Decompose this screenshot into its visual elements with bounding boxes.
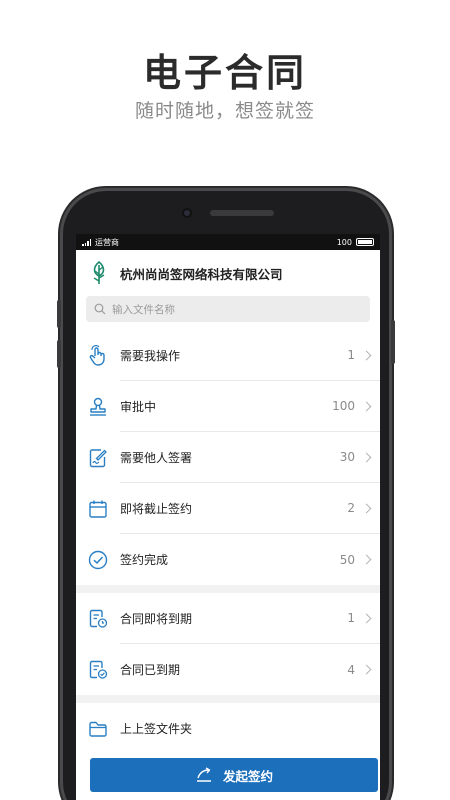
- list-item-count: 2: [347, 501, 355, 515]
- section-divider: [76, 695, 380, 703]
- list-item-label: 即将截止签约: [120, 501, 193, 516]
- app-screen: 运营商 100 杭州尚尚签网络科技有限公司 输入文件名称 需要我操作 1 审批中…: [76, 234, 380, 800]
- list-item-folder[interactable]: 上上签文件夹: [76, 703, 380, 754]
- chevron-right-icon: [361, 503, 372, 513]
- phone-volume-button: [57, 340, 61, 368]
- battery-level: 100: [336, 237, 352, 247]
- chevron-right-icon: [361, 452, 372, 462]
- battery-icon: [356, 238, 374, 246]
- section-divider: [76, 585, 380, 593]
- company-name: 杭州尚尚签网络科技有限公司: [120, 266, 283, 282]
- list-item-count: 1: [347, 611, 355, 625]
- list-item-label: 需要他人签署: [120, 450, 193, 465]
- chevron-right-icon: [361, 554, 372, 565]
- list-item-label: 审批中: [120, 399, 157, 414]
- list-item-in-approval[interactable]: 审批中 100: [76, 381, 380, 432]
- list-item-needs-others-sign[interactable]: 需要他人签署 30: [76, 432, 380, 483]
- list-item-deadline-soon[interactable]: 即将截止签约 2: [76, 483, 380, 534]
- carrier-label: 运营商: [95, 237, 119, 247]
- search-placeholder: 输入文件名称: [112, 303, 175, 316]
- signal-icon: [82, 238, 91, 246]
- send-arrow-icon: [196, 767, 211, 782]
- list-item-label: 需要我操作: [120, 348, 181, 363]
- chevron-right-icon: [361, 401, 372, 411]
- list-item-contract-expired[interactable]: 合同已到期 4: [76, 644, 380, 695]
- list-item-count: 30: [339, 450, 355, 464]
- contract-status-list: 需要我操作 1 审批中 100 需要他人签署 30 即将截止签约 2 签约完成 …: [76, 330, 380, 754]
- promo-subtitle: 随时随地，想签就签: [134, 100, 315, 122]
- calendar-icon: [89, 500, 107, 518]
- start-signing-button[interactable]: 发起签约: [90, 758, 378, 792]
- list-item-label: 合同即将到期: [120, 611, 193, 626]
- phone-volume-button: [57, 300, 61, 328]
- front-camera: [182, 208, 192, 218]
- search-input[interactable]: 输入文件名称: [86, 296, 370, 322]
- start-signing-label: 发起签约: [222, 768, 273, 784]
- folder-icon: [89, 721, 107, 737]
- list-item-count: 1: [347, 348, 355, 362]
- list-item-needs-my-action[interactable]: 需要我操作 1: [76, 330, 380, 381]
- list-item-count: 4: [347, 662, 355, 677]
- list-item-signed-complete[interactable]: 签约完成 50: [76, 534, 380, 585]
- sign-document-icon: [89, 448, 107, 467]
- contract-check-icon: [89, 660, 108, 679]
- list-item-count: 100: [332, 399, 355, 413]
- status-bar: 运营商 100: [76, 234, 380, 250]
- chevron-right-icon: [361, 613, 372, 623]
- earpiece-speaker: [210, 210, 274, 216]
- chevron-right-icon: [361, 350, 372, 360]
- stamp-icon: [90, 397, 106, 416]
- list-item-label: 上上签文件夹: [120, 722, 193, 736]
- company-header[interactable]: 杭州尚尚签网络科技有限公司: [76, 250, 380, 296]
- list-item-count: 50: [339, 552, 355, 567]
- list-item-label: 合同已到期: [120, 663, 181, 677]
- phone-power-button: [391, 320, 395, 364]
- list-item-label: 签约完成: [120, 553, 169, 567]
- hand-pointer-icon: [89, 344, 105, 366]
- check-circle-icon: [88, 550, 108, 569]
- leaf-logo-icon: [93, 261, 105, 284]
- search-icon: [94, 303, 106, 315]
- chevron-right-icon: [361, 664, 372, 675]
- promo-title: 电子合同: [142, 51, 307, 95]
- list-item-contract-expiring[interactable]: 合同即将到期 1: [76, 593, 380, 644]
- contract-clock-icon: [89, 609, 108, 628]
